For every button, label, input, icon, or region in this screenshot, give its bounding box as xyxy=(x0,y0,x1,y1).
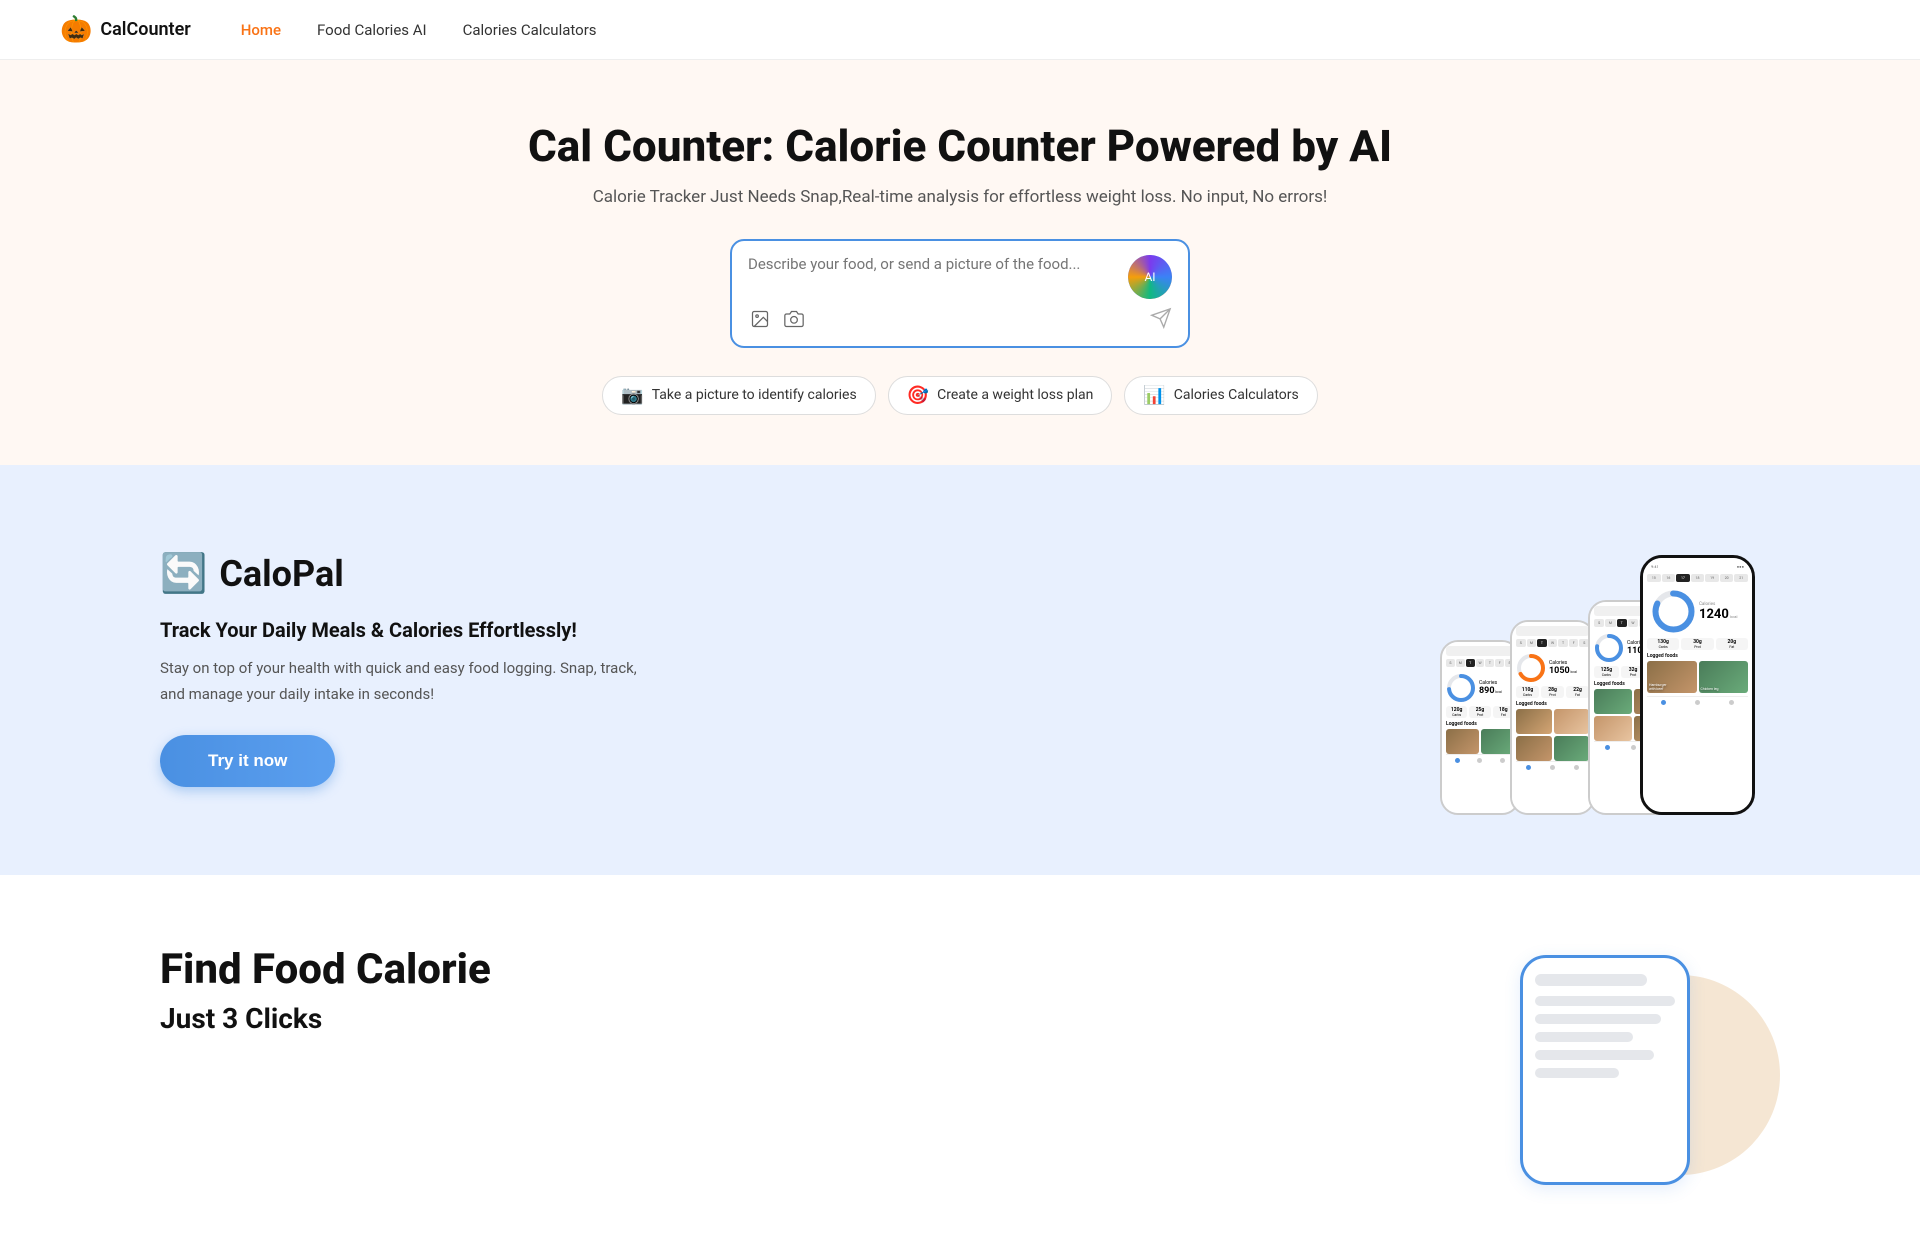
bottom-title: Find Food Calorie xyxy=(160,945,1460,994)
camera-button[interactable] xyxy=(782,307,806,336)
calopal-content: 🔄 CaloPal Track Your Daily Meals & Calor… xyxy=(160,552,660,787)
bottom-subtitle: Just 3 Clicks xyxy=(160,1002,1460,1035)
logo-icon: 🎃 xyxy=(60,15,92,45)
pill-calculators[interactable]: 📊 Calories Calculators xyxy=(1124,376,1317,415)
pill-take-picture-label: Take a picture to identify calories xyxy=(652,387,857,403)
pill-weight-loss-label: Create a weight loss plan xyxy=(937,387,1093,403)
pill-target-emoji: 🎯 xyxy=(907,385,929,406)
pill-calculators-label: Calories Calculators xyxy=(1174,387,1299,403)
bottom-content: Find Food Calorie Just 3 Clicks xyxy=(160,945,1460,1035)
bottom-illustration xyxy=(1520,945,1760,1205)
search-box: AI xyxy=(730,239,1190,348)
calopal-name: CaloPal xyxy=(219,553,343,595)
pill-camera-emoji: 📷 xyxy=(621,385,643,406)
hero-subtitle: Calorie Tracker Just Needs Snap,Real-tim… xyxy=(40,187,1880,207)
ai-avatar-icon: AI xyxy=(1128,255,1172,299)
phone-back-3: SMTWTFS Calories890 kcal 120gCarbs 25gPr… xyxy=(1440,640,1520,815)
hero-title: Cal Counter: Calorie Counter Powered by … xyxy=(40,120,1880,173)
search-media-icons xyxy=(748,307,806,336)
upload-image-button[interactable] xyxy=(748,307,772,336)
pill-take-picture[interactable]: 📷 Take a picture to identify calories xyxy=(602,376,875,415)
phone-back-2: SMTWTFS Calories1050 kcal 110gCarbs 28gP… xyxy=(1510,620,1595,815)
send-button[interactable] xyxy=(1150,307,1172,335)
phone-main: 9:41●●● 15161718192021 Calories 1240 kca… xyxy=(1640,555,1755,815)
phone-mockups: SMTWTFS Calories890 kcal 120gCarbs 25gPr… xyxy=(1440,525,1760,815)
calopal-description: Stay on top of your health with quick an… xyxy=(160,656,660,707)
pill-chart-emoji: 📊 xyxy=(1143,385,1165,406)
nav-link-calculators[interactable]: Calories Calculators xyxy=(463,21,597,39)
logo-text: CalCounter xyxy=(100,19,190,40)
feature-pills: 📷 Take a picture to identify calories 🎯 … xyxy=(40,376,1880,415)
hero-section: Cal Counter: Calorie Counter Powered by … xyxy=(0,60,1920,465)
bottom-section: Find Food Calorie Just 3 Clicks xyxy=(0,875,1920,1245)
calopal-heading: Track Your Daily Meals & Calories Effort… xyxy=(160,618,660,642)
try-now-button[interactable]: Try it now xyxy=(160,735,335,787)
calopal-icon: 🔄 xyxy=(160,552,207,596)
pill-weight-loss[interactable]: 🎯 Create a weight loss plan xyxy=(888,376,1113,415)
ai-inner-icon: AI xyxy=(1128,255,1172,299)
logo[interactable]: 🎃 CalCounter xyxy=(60,15,191,45)
nav-link-food-calories[interactable]: Food Calories AI xyxy=(317,21,427,39)
calopal-brand: 🔄 CaloPal xyxy=(160,552,660,596)
nav-link-home[interactable]: Home xyxy=(241,21,281,39)
calopal-section: 🔄 CaloPal Track Your Daily Meals & Calor… xyxy=(0,465,1920,875)
nav-links: Home Food Calories AI Calories Calculato… xyxy=(241,21,597,39)
search-input[interactable] xyxy=(748,255,1118,295)
navigation: 🎃 CalCounter Home Food Calories AI Calor… xyxy=(0,0,1920,60)
